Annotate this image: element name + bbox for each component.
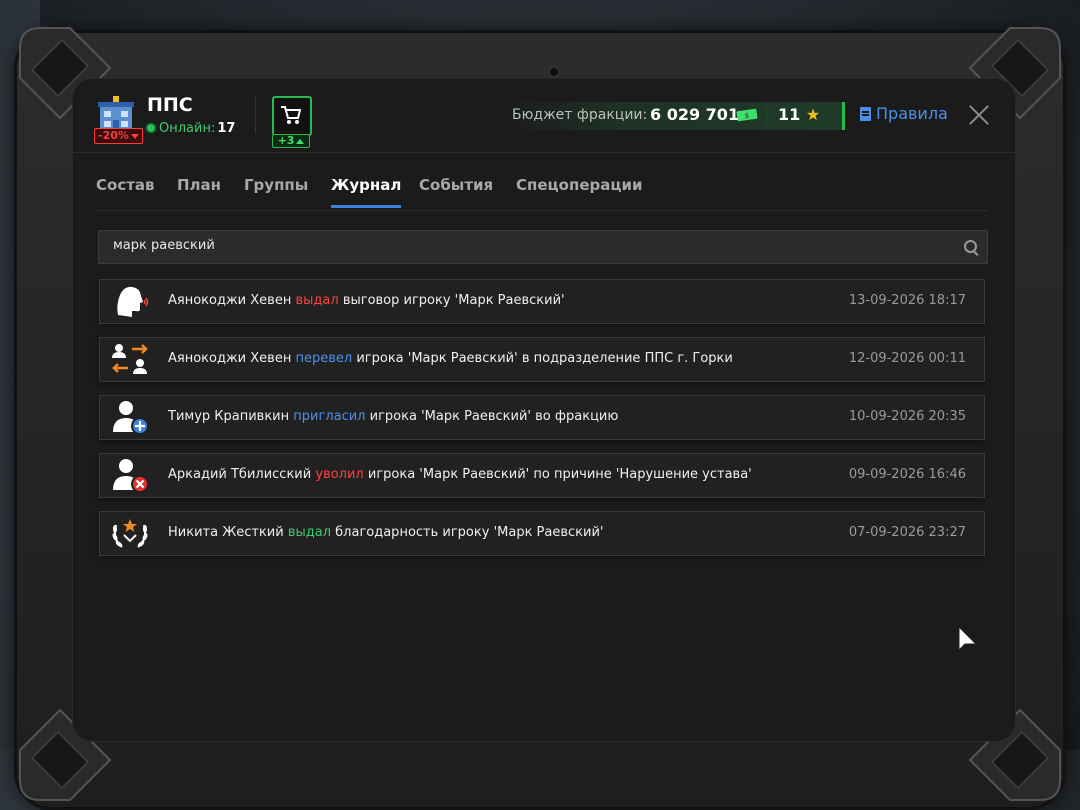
log-date: 10-09-2026 20:35 bbox=[848, 409, 966, 424]
close-icon[interactable] bbox=[966, 102, 992, 128]
faction-panel: -20% ППС Онлайн: 17 +3 Бюджет фракции: 6 … bbox=[72, 78, 1016, 742]
stars-value: 11 ★ bbox=[778, 105, 821, 124]
log-date: 07-09-2026 23:27 bbox=[848, 525, 966, 540]
camera-dot bbox=[548, 66, 560, 78]
laurel-star-icon bbox=[112, 519, 148, 548]
budget-value: 6 029 701 bbox=[650, 105, 740, 124]
list-item: Никита Жесткий выдал благодарность игрок… bbox=[99, 511, 985, 556]
journal-list: Аянокоджи Хевен выдал выговор игроку 'Ма… bbox=[99, 279, 985, 569]
panel-header: -20% ППС Онлайн: 17 +3 Бюджет фракции: 6 … bbox=[72, 78, 1016, 153]
list-item: Аянокоджи Хевен выдал выговор игроку 'Ма… bbox=[99, 279, 985, 324]
search-icon[interactable] bbox=[964, 240, 977, 253]
log-text: Аянокоджи Хевен выдал выговор игроку 'Ма… bbox=[168, 293, 565, 308]
tab-special-ops[interactable]: Спецоперации bbox=[516, 176, 643, 194]
transfer-users-icon bbox=[112, 344, 148, 374]
list-item: Тимур Крапивкин пригласил игрока 'Марк Р… bbox=[99, 395, 985, 440]
list-item: Аркадий Тбилисский уволил игрока 'Марк Р… bbox=[99, 453, 985, 498]
log-text: Тимур Крапивкин пригласил игрока 'Марк Р… bbox=[168, 409, 619, 424]
tab-events[interactable]: События bbox=[419, 176, 493, 194]
faction-name: ППС bbox=[147, 94, 193, 116]
star-icon: ★ bbox=[805, 105, 821, 124]
discount-badge: -20% bbox=[94, 128, 143, 144]
log-date: 13-09-2026 18:17 bbox=[848, 293, 966, 308]
budget-label: Бюджет фракции: bbox=[512, 107, 648, 123]
money-icon: $ bbox=[736, 108, 758, 122]
tab-groups[interactable]: Группы bbox=[244, 176, 308, 194]
list-item: Аянокоджи Хевен перевел игрока 'Марк Рае… bbox=[99, 337, 985, 382]
tab-bar: Состав План Группы Журнал События Спецоп… bbox=[96, 172, 988, 211]
faction-budget: Бюджет фракции: 6 029 701 $ 11 ★ bbox=[502, 102, 845, 130]
log-date: 09-09-2026 16:46 bbox=[848, 467, 966, 482]
log-date: 12-09-2026 00:11 bbox=[848, 351, 966, 366]
log-text: Аркадий Тбилисский уволил игрока 'Марк Р… bbox=[168, 467, 752, 482]
svg-text:$: $ bbox=[745, 112, 749, 120]
rules-link[interactable]: Правила bbox=[860, 104, 948, 123]
log-text: Никита Жесткий выдал благодарность игрок… bbox=[168, 525, 604, 540]
tab-plan[interactable]: План bbox=[177, 176, 221, 194]
shop-button[interactable] bbox=[272, 96, 312, 136]
online-status: Онлайн: 17 bbox=[147, 121, 235, 136]
tab-roster[interactable]: Состав bbox=[96, 176, 155, 194]
speaking-head-icon bbox=[117, 286, 149, 317]
budget-separator bbox=[766, 106, 767, 126]
search-box bbox=[98, 230, 988, 264]
tab-journal[interactable]: Журнал bbox=[331, 176, 402, 208]
search-input[interactable] bbox=[111, 237, 955, 254]
user-remove-icon bbox=[113, 459, 149, 493]
header-divider bbox=[255, 96, 256, 134]
shop-badge: +3 bbox=[272, 134, 310, 148]
mouse-cursor-icon bbox=[958, 626, 978, 652]
online-dot-icon bbox=[147, 124, 155, 132]
user-add-icon bbox=[113, 401, 149, 435]
cart-icon bbox=[281, 106, 302, 124]
log-text: Аянокоджи Хевен перевел игрока 'Марк Рае… bbox=[168, 351, 733, 366]
document-icon bbox=[860, 107, 871, 121]
